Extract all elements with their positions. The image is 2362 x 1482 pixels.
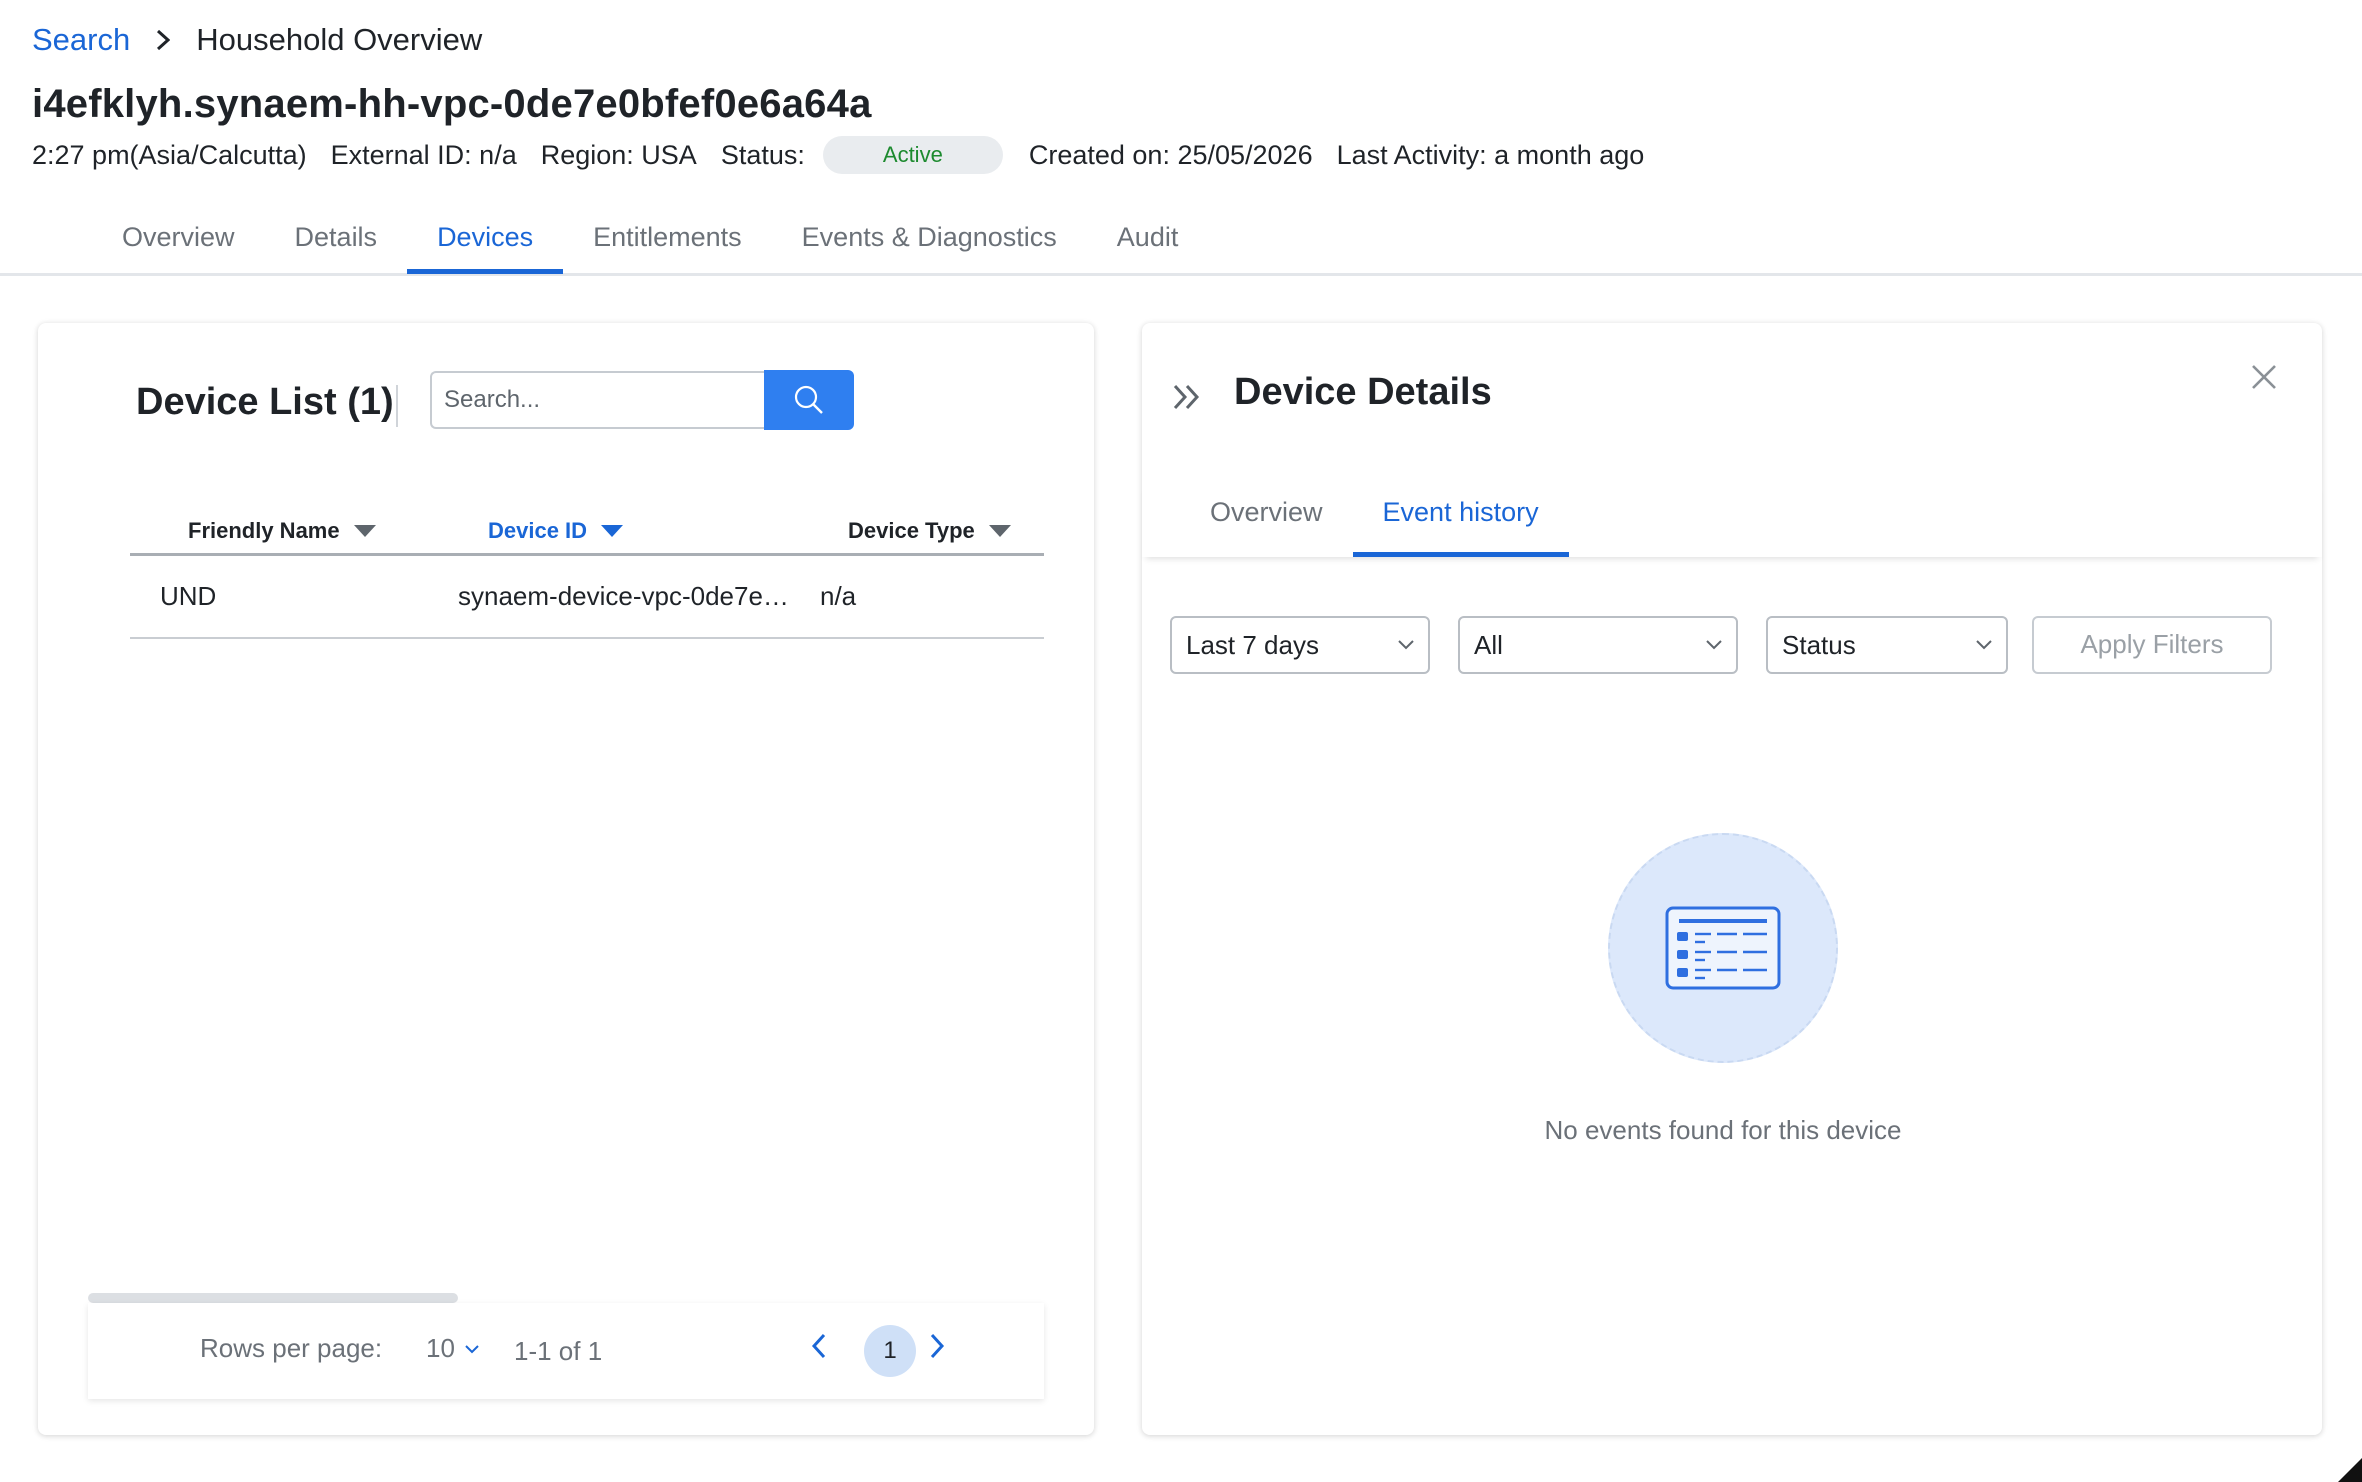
chevron-down-icon [1976,640,1992,650]
created-on: Created on: 25/05/2026 [1028,139,1313,170]
window-corner [2338,1458,2362,1482]
tab-devices[interactable]: Devices [407,208,564,274]
sort-down-icon [353,525,376,537]
column-label: Friendly Name [188,518,340,543]
sort-down-icon [601,525,624,537]
tab-event-history[interactable]: Event history [1352,483,1569,557]
status-label: Status: [720,139,805,170]
chevron-down-icon [465,1344,479,1353]
close-button[interactable] [2250,363,2278,396]
cell-device-type: n/a [820,581,857,611]
time-range-select[interactable]: Last 7 days [1170,616,1430,674]
column-friendly-name[interactable]: Friendly Name [188,513,376,549]
main-tabs: Overview Details Devices Entitlements Ev… [92,208,1208,276]
household-meta: 2:27 pm(Asia/Calcutta) External ID: n/a … [32,133,1668,177]
empty-state-illustration [1608,833,1838,1063]
page-header: Search Household Overview i4efklyh.synae… [0,0,2362,276]
empty-state-message: No events found for this device [1544,1115,1902,1145]
tab-overview[interactable]: Overview [92,208,265,274]
column-device-type[interactable]: Device Type [848,513,1011,549]
cell-device-id: synaem-device-vpc-0de7e… [458,581,789,611]
breadcrumb: Search Household Overview [32,22,482,58]
collapse-panel-button[interactable] [1172,383,1202,416]
double-chevron-right-icon [1173,384,1200,410]
tab-entitlements[interactable]: Entitlements [563,208,772,274]
event-list-icon [1665,906,1781,990]
apply-filters-button[interactable]: Apply Filters [2032,616,2272,674]
rows-per-page-label: Rows per page: [200,1333,383,1363]
chevron-left-icon [811,1333,826,1359]
details-tabs-bar: Overview Event history [1142,483,2322,557]
status-select-value: Status [1782,629,1856,660]
household-title: i4efklyh.synaem-hh-vpc-0de7e0bfef0e6a64a [32,82,872,126]
event-type-select[interactable]: All [1458,616,1738,674]
device-list-title: Device List (1) [136,381,394,423]
status-select[interactable]: Status [1766,616,2008,674]
breadcrumb-current: Household Overview [196,22,483,57]
device-search-input[interactable] [430,371,766,429]
previous-page-button[interactable] [810,1331,828,1366]
external-id: External ID: n/a [330,139,517,170]
title-divider [396,385,398,427]
last-activity: Last Activity: a month ago [1336,139,1645,170]
chevron-right-icon [930,1333,945,1359]
region: Region: USA [540,139,697,170]
table-row[interactable]: UND synaem-device-vpc-0de7e… n/a [130,555,1044,639]
column-label: Device Type [848,518,975,543]
search-button[interactable] [764,370,854,430]
pagination: Rows per page: 10 1-1 of 1 1 [88,1303,1044,1399]
event-type-value: All [1474,629,1503,660]
close-icon [2252,365,2276,389]
sort-down-icon [988,525,1011,537]
details-tabs: Overview Event history [1180,483,1569,557]
cell-friendly-name: UND [160,581,217,611]
tab-device-overview[interactable]: Overview [1180,483,1353,557]
device-list-card: Device List (1) Friendly Name Device ID … [38,323,1094,1435]
horizontal-scrollbar[interactable] [88,1293,458,1303]
tab-details[interactable]: Details [265,208,408,274]
tab-audit[interactable]: Audit [1087,208,1209,274]
device-details-card: Device Details Overview Event history La… [1142,323,2322,1435]
chevron-down-icon [1398,640,1414,650]
next-page-button[interactable] [928,1331,946,1366]
local-time: 2:27 pm(Asia/Calcutta) [32,139,307,170]
rows-per-page-select[interactable]: 10 [426,1333,479,1364]
pagination-range: 1-1 of 1 [514,1336,603,1366]
time-range-value: Last 7 days [1186,629,1319,660]
table-header: Friendly Name Device ID Device Type [130,513,1044,556]
tab-events-diagnostics[interactable]: Events & Diagnostics [772,208,1087,274]
chevron-right-icon [156,29,171,51]
chevron-down-icon [1706,640,1722,650]
breadcrumb-search-link[interactable]: Search [32,22,130,58]
page-button-current[interactable]: 1 [864,1325,916,1377]
column-device-id[interactable]: Device ID [488,513,624,549]
column-label: Device ID [488,518,588,543]
search-icon [794,385,823,414]
rows-per-page-value: 10 [426,1333,455,1363]
status-badge: Active [822,136,1003,174]
device-details-title: Device Details [1234,371,1492,413]
